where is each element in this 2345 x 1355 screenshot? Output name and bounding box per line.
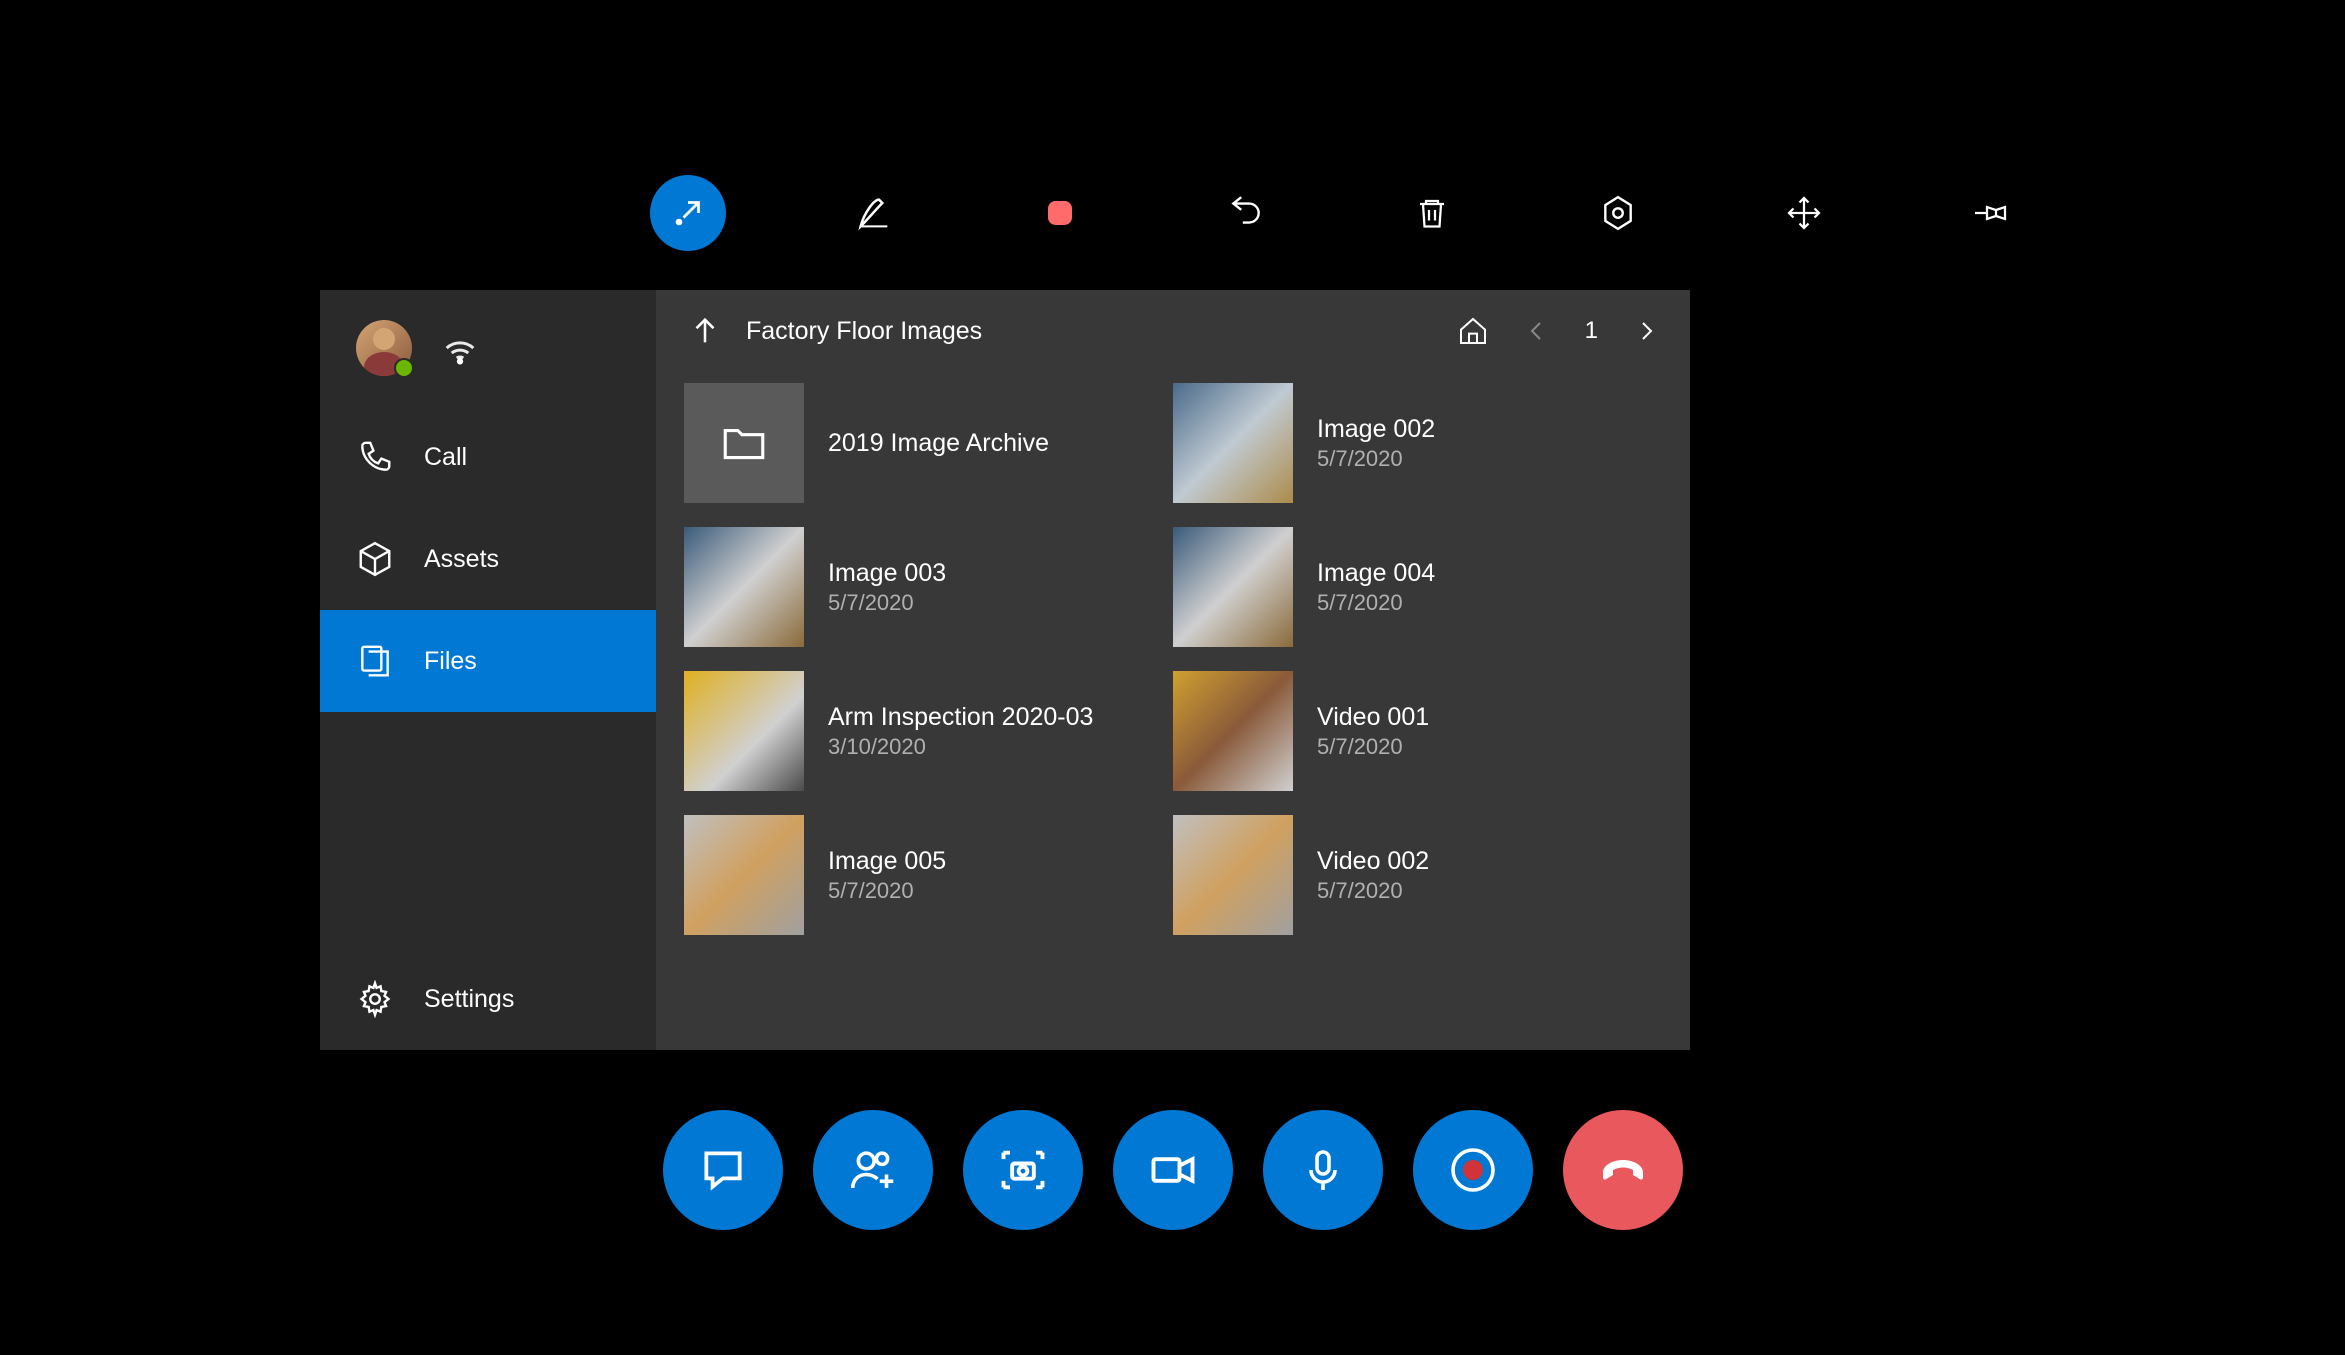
hang-up-icon [1593, 1140, 1653, 1200]
color-tool-button[interactable] [1022, 175, 1098, 251]
folder-icon [719, 418, 769, 468]
file-date: 5/7/2020 [1317, 878, 1429, 904]
file-date: 5/7/2020 [828, 590, 946, 616]
pin-icon [1972, 195, 2008, 231]
phone-icon [356, 438, 394, 476]
file-date: 5/7/2020 [1317, 446, 1435, 472]
file-date: 5/7/2020 [1317, 734, 1429, 760]
ink-pen-icon [854, 193, 894, 233]
sidebar-header [320, 290, 656, 406]
folder-thumb [684, 383, 804, 503]
file-name: Image 004 [1317, 559, 1435, 588]
content-header: Factory Floor Images 1 [656, 290, 1690, 372]
image-thumb [684, 671, 804, 791]
color-swatch-icon [1042, 195, 1078, 231]
file-date: 3/10/2020 [828, 734, 1093, 760]
file-item-image[interactable]: Image 002 5/7/2020 [1173, 382, 1662, 504]
file-name: Video 001 [1317, 703, 1429, 732]
page-number: 1 [1585, 317, 1598, 345]
chevron-left-icon[interactable] [1525, 319, 1549, 343]
breadcrumb-title: Factory Floor Images [746, 317, 982, 346]
people-add-icon [846, 1143, 900, 1197]
sidebar: Call Assets Files [320, 290, 656, 1050]
shape-tool-button[interactable] [1580, 175, 1656, 251]
box-icon [356, 540, 394, 578]
undo-icon [1227, 194, 1265, 232]
file-item-image[interactable]: Image 003 5/7/2020 [684, 526, 1173, 648]
record-button[interactable] [1413, 1110, 1533, 1230]
sidebar-item-files[interactable]: Files [320, 610, 656, 712]
image-thumb [1173, 527, 1293, 647]
camera-capture-icon [997, 1144, 1049, 1196]
trash-icon [1414, 195, 1450, 231]
end-call-button[interactable] [1563, 1110, 1683, 1230]
home-icon[interactable] [1457, 315, 1489, 347]
microphone-icon [1299, 1146, 1347, 1194]
file-name: Image 005 [828, 847, 946, 876]
file-name: Image 002 [1317, 415, 1435, 444]
arrow-up-icon[interactable] [688, 314, 722, 348]
gear-icon [356, 980, 394, 1018]
call-controls [663, 1110, 1683, 1230]
image-thumb [1173, 383, 1293, 503]
file-date: 5/7/2020 [828, 878, 946, 904]
main-panel: Call Assets Files [320, 290, 1690, 1050]
record-icon [1449, 1146, 1497, 1194]
file-grid: 2019 Image Archive Image 002 5/7/2020 Im… [656, 372, 1690, 1050]
file-name: Video 002 [1317, 847, 1429, 876]
snapshot-button[interactable] [963, 1110, 1083, 1230]
image-thumb [684, 815, 804, 935]
delete-button[interactable] [1394, 175, 1470, 251]
annotation-toolbar [650, 175, 2028, 251]
hexagon-icon [1599, 194, 1637, 232]
sidebar-item-label: Call [424, 443, 467, 472]
file-item-folder[interactable]: 2019 Image Archive [684, 382, 1173, 504]
file-item-image[interactable]: Image 005 5/7/2020 [684, 814, 1173, 936]
undo-button[interactable] [1208, 175, 1284, 251]
video-icon [1147, 1144, 1199, 1196]
video-thumb [1173, 671, 1293, 791]
sidebar-item-assets[interactable]: Assets [320, 508, 656, 610]
move-tool-button[interactable] [1766, 175, 1842, 251]
file-item-image[interactable]: Image 004 5/7/2020 [1173, 526, 1662, 648]
file-item-video[interactable]: Video 002 5/7/2020 [1173, 814, 1662, 936]
microphone-button[interactable] [1263, 1110, 1383, 1230]
file-item-video[interactable]: Video 001 5/7/2020 [1173, 670, 1662, 792]
sidebar-item-settings[interactable]: Settings [320, 948, 656, 1050]
file-item-image[interactable]: Arm Inspection 2020-03 3/10/2020 [684, 670, 1173, 792]
move-arrows-icon [1786, 195, 1822, 231]
arrow-tool-button[interactable] [650, 175, 726, 251]
pin-button[interactable] [1952, 175, 2028, 251]
chat-icon [698, 1145, 748, 1195]
sidebar-item-label: Files [424, 647, 477, 676]
wifi-signal-icon [440, 328, 480, 368]
arrow-diagonal-icon [670, 195, 706, 231]
files-icon [356, 642, 394, 680]
video-thumb [1173, 815, 1293, 935]
avatar[interactable] [356, 320, 412, 376]
image-thumb [684, 527, 804, 647]
sidebar-item-label: Assets [424, 545, 499, 574]
video-button[interactable] [1113, 1110, 1233, 1230]
sidebar-item-label: Settings [424, 985, 514, 1014]
ink-tool-button[interactable] [836, 175, 912, 251]
file-name: 2019 Image Archive [828, 429, 1049, 458]
presence-available-badge [394, 358, 414, 378]
file-name: Image 003 [828, 559, 946, 588]
add-participant-button[interactable] [813, 1110, 933, 1230]
sidebar-item-call[interactable]: Call [320, 406, 656, 508]
chevron-right-icon[interactable] [1634, 319, 1658, 343]
chat-button[interactable] [663, 1110, 783, 1230]
file-date: 5/7/2020 [1317, 590, 1435, 616]
content-area: Factory Floor Images 1 [656, 290, 1690, 1050]
file-name: Arm Inspection 2020-03 [828, 703, 1093, 732]
